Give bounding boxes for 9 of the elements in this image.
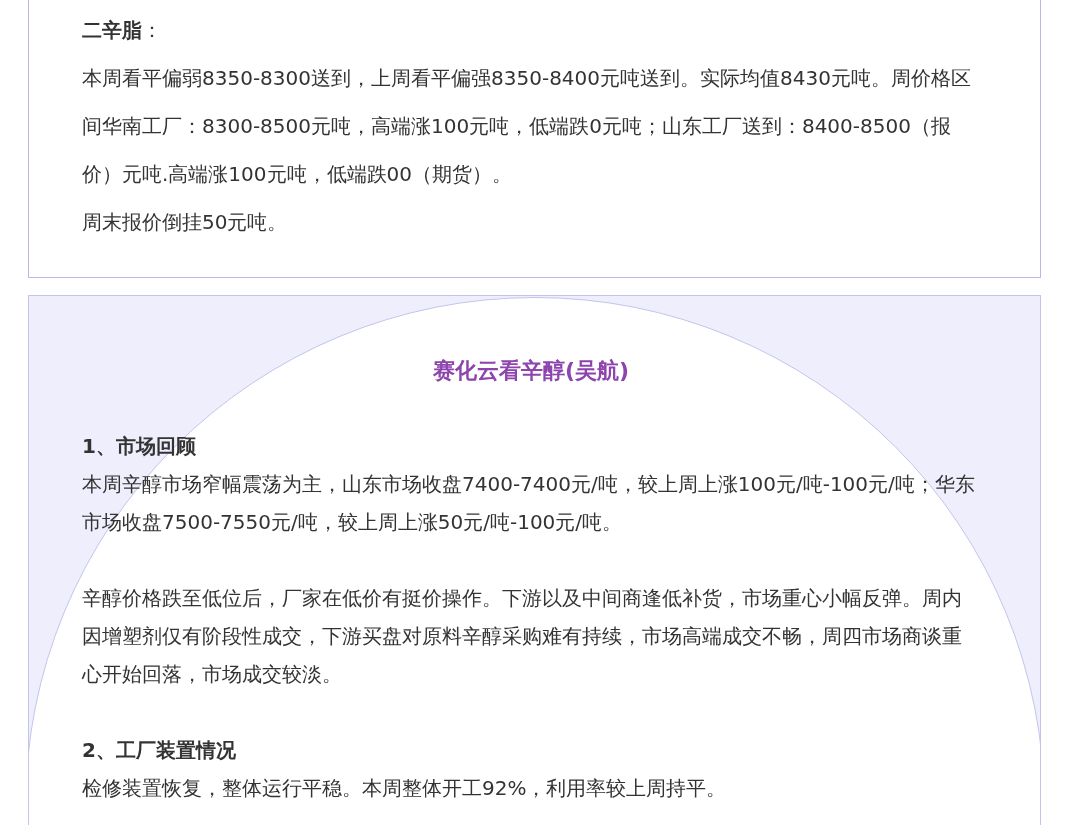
paragraph: 辛醇价格跌至低位后，厂家在低价有挺价操作。下游以及中间商逢低补货，市场重心小幅反弹。周内因增塑剂仅有阶段性成交，下游买盘对原料辛醇采购难有持续，市场高端成交不畅，周四市场商谈重心开始回落，市场成交较淡。 (82, 585, 963, 688)
section-heading: 2、工厂装置情况 (82, 737, 237, 764)
section-heading: 1、市场回顾 (82, 433, 197, 460)
report-title: 赛化云看辛醇(吴航) (431, 357, 631, 385)
section-heading: 二辛脂： (82, 17, 163, 44)
paragraph: 周末报价倒挂50元吨。 (82, 209, 289, 236)
paragraph: 检修装置恢复，整体运行平稳。本周整体开工92%，利用率较上周持平。 (82, 775, 728, 802)
paragraph: 本周看平偏弱8350-8300送到，上周看平偏强8350-8400元吨送到。实际均值8430元吨。周价格区间华南工厂：8300-8500元吨，高端涨100元吨，低端跌0元吨；山东工厂送到：8400-8500（报价）元吨.高端涨100元吨，低端跌00（期货）。 (82, 65, 972, 188)
paragraph: 本周辛醇市场窄幅震荡为主，山东市场收盘7400-7400元/吨，较上周上涨100元/吨-100元/吨；华东市场收盘7500-7550元/吨，较上周上涨50元/吨-100元/吨。 (82, 471, 976, 536)
